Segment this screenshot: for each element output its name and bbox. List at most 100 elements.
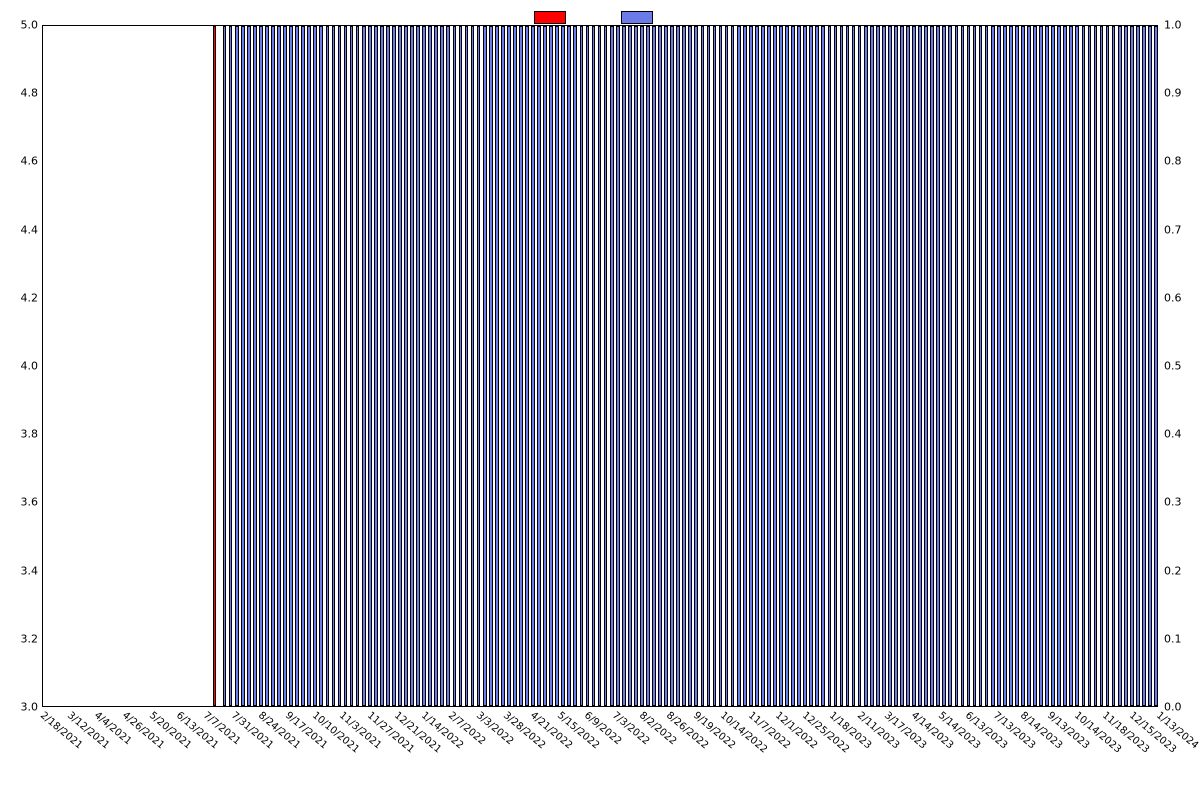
- legend-label-series2: [662, 12, 666, 23]
- bar-blue: [821, 26, 825, 706]
- bar-blue: [1039, 26, 1043, 706]
- bar-blue: [1069, 26, 1073, 706]
- bar-blue: [997, 26, 1001, 706]
- bar-blue: [356, 26, 360, 706]
- bar-blue: [1124, 26, 1128, 706]
- bar-blue: [1033, 26, 1037, 706]
- ytick-right: 0.4: [1164, 428, 1182, 441]
- bar-blue: [319, 26, 323, 706]
- bar-blue: [229, 26, 233, 706]
- bar-blue: [858, 26, 862, 706]
- bar-blue: [446, 26, 450, 706]
- bar-blue: [1003, 26, 1007, 706]
- bar-blue: [979, 26, 983, 706]
- bar-blue: [283, 26, 287, 706]
- bar-blue: [289, 26, 293, 706]
- ytick-right: 0.7: [1164, 223, 1182, 236]
- bar-blue: [1142, 26, 1146, 706]
- bar-blue: [1075, 26, 1079, 706]
- legend-item-series1: [534, 7, 579, 26]
- bar-blue: [948, 26, 952, 706]
- ytick-right: 1.0: [1164, 19, 1182, 32]
- bar-blue: [501, 26, 505, 706]
- bar-blue: [749, 26, 753, 706]
- bar-blue: [422, 26, 426, 706]
- bar-blue: [809, 26, 813, 706]
- bar-blue: [967, 26, 971, 706]
- bar-blue: [870, 26, 874, 706]
- bar-blue: [259, 26, 263, 706]
- bar-blue: [610, 26, 614, 706]
- bar-red: [213, 26, 216, 706]
- bar-blue: [247, 26, 251, 706]
- bar-blue: [955, 26, 959, 706]
- ytick-right: 0.1: [1164, 632, 1182, 645]
- bar-blue: [519, 26, 523, 706]
- bar-blue: [731, 26, 735, 706]
- bar-blue: [725, 26, 729, 706]
- bar-blue: [701, 26, 705, 706]
- bar-blue: [513, 26, 517, 706]
- bar-blue: [471, 26, 475, 706]
- bar-blue: [936, 26, 940, 706]
- bar-blue: [646, 26, 650, 706]
- bar-blue: [477, 26, 481, 706]
- bar-blue: [973, 26, 977, 706]
- ytick-left: 4.8: [2, 87, 38, 100]
- bar-blue: [676, 26, 680, 706]
- ytick-left: 5.0: [2, 19, 38, 32]
- bar-blue: [628, 26, 632, 706]
- bar-blue: [985, 26, 989, 706]
- bar-blue: [1094, 26, 1098, 706]
- bar-blue: [652, 26, 656, 706]
- ytick-left: 4.2: [2, 291, 38, 304]
- bar-blue: [1154, 26, 1157, 706]
- bar-blue: [1015, 26, 1019, 706]
- bar-blue: [465, 26, 469, 706]
- bar-blue: [416, 26, 420, 706]
- chart-figure: 3.03.23.43.63.84.04.24.44.64.85.0 0.00.1…: [0, 0, 1200, 800]
- bar-blue: [561, 26, 565, 706]
- bar-blue: [555, 26, 559, 706]
- bar-blue: [338, 26, 342, 706]
- bar-blue: [622, 26, 626, 706]
- bar-blue: [1057, 26, 1061, 706]
- bar-blue: [719, 26, 723, 706]
- bar-blue: [1051, 26, 1055, 706]
- bar-blue: [707, 26, 711, 706]
- ytick-left: 4.6: [2, 155, 38, 168]
- bar-blue: [670, 26, 674, 706]
- bar-blue: [525, 26, 529, 706]
- bar-blue: [755, 26, 759, 706]
- bar-blue: [537, 26, 541, 706]
- bar-blue: [434, 26, 438, 706]
- bar-blue: [1009, 26, 1013, 706]
- bar-blue: [1088, 26, 1092, 706]
- bars-container: [43, 26, 1157, 706]
- bar-blue: [573, 26, 577, 706]
- bar-blue: [489, 26, 493, 706]
- bar-blue: [664, 26, 668, 706]
- ytick-left: 3.8: [2, 428, 38, 441]
- bar-blue: [779, 26, 783, 706]
- ytick-right: 0.0: [1164, 701, 1182, 714]
- ytick-right: 0.8: [1164, 155, 1182, 168]
- bar-blue: [1136, 26, 1140, 706]
- bar-blue: [803, 26, 807, 706]
- bar-blue: [991, 26, 995, 706]
- bar-blue: [241, 26, 245, 706]
- bar-blue: [930, 26, 934, 706]
- plot-area: [42, 25, 1158, 707]
- bar-blue: [912, 26, 916, 706]
- bar-blue: [301, 26, 305, 706]
- bar-blue: [882, 26, 886, 706]
- bar-blue: [428, 26, 432, 706]
- bar-blue: [737, 26, 741, 706]
- bar-blue: [1118, 26, 1122, 706]
- bar-blue: [785, 26, 789, 706]
- ytick-right: 0.5: [1164, 360, 1182, 373]
- bar-blue: [344, 26, 348, 706]
- ytick-left: 3.6: [2, 496, 38, 509]
- bar-blue: [253, 26, 257, 706]
- ytick-right: 0.3: [1164, 496, 1182, 509]
